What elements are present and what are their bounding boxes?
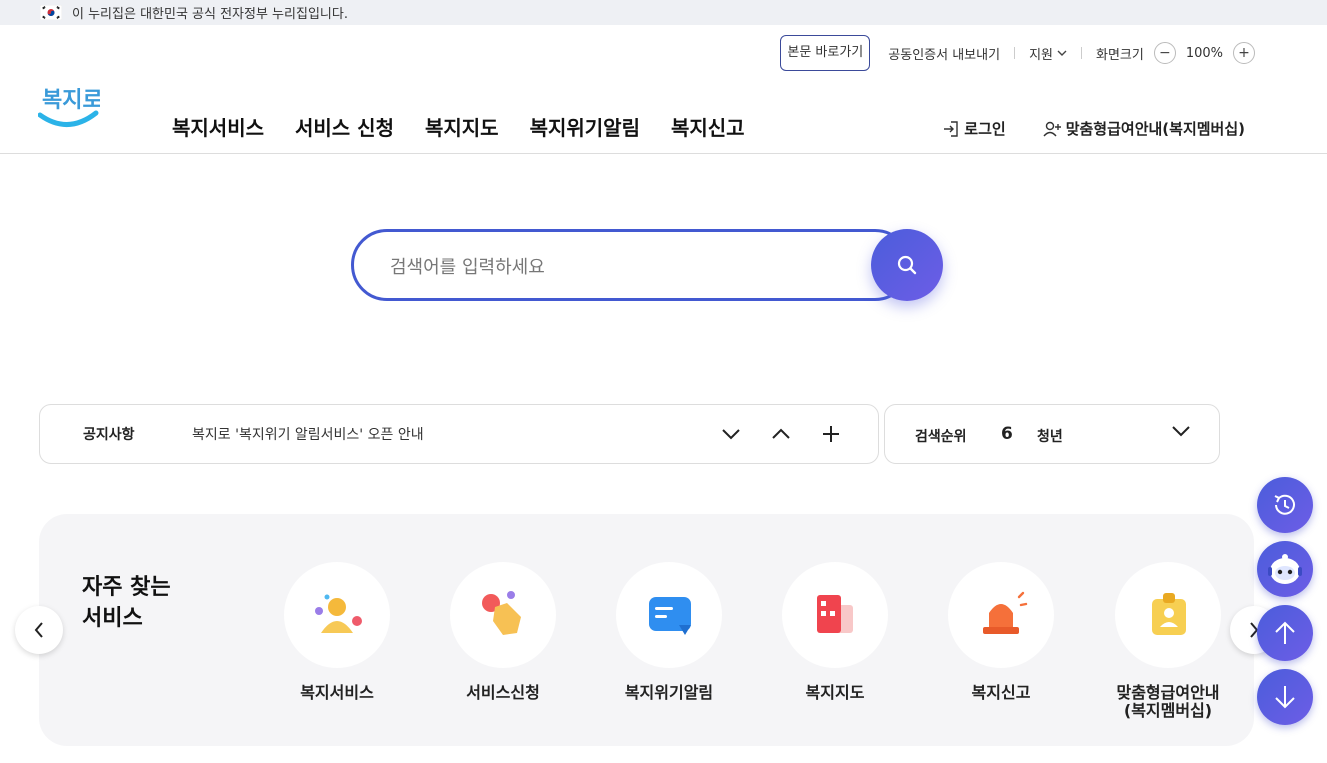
fav-item-membership[interactable]: 맞춤형급여안내 (복지멤버십)	[1103, 562, 1233, 720]
utility-bar: 본문 바로가기 공동인증서 내보내기 지원 화면크기 − 100% +	[780, 35, 1255, 71]
fav-icon-circle	[450, 562, 556, 668]
search-input[interactable]	[390, 252, 850, 282]
favorites-title-line2: 서비스	[82, 606, 143, 631]
bokjiro-logo-icon: 복지로	[37, 88, 103, 127]
map-building-icon	[817, 595, 853, 633]
notice-text[interactable]: 복지로 '복지위기 알림서비스' 오픈 안내	[192, 424, 424, 444]
nav-item-crisis-alert[interactable]: 복지위기알림	[530, 112, 640, 141]
site-header: 본문 바로가기 공동인증서 내보내기 지원 화면크기 − 100% + 복지로 …	[0, 25, 1327, 154]
ranking-label: 검색순위	[915, 429, 967, 445]
fav-label-line1: 맞춤형급여안내	[1116, 683, 1220, 702]
user-links: 로그인 맞춤형급여안내(복지멤버십)	[942, 118, 1245, 139]
fav-item-welfare-report[interactable]: 복지신고	[936, 562, 1066, 702]
fav-label: 복지서비스	[300, 683, 374, 702]
notice-next-button[interactable]	[719, 422, 743, 446]
divider	[1014, 47, 1016, 59]
nav-item-service-apply[interactable]: 서비스 신청	[295, 112, 394, 141]
arrow-up-icon	[1275, 621, 1295, 644]
cert-export-link[interactable]: 공동인증서 내보내기	[888, 44, 1000, 63]
scroll-bottom-button[interactable]	[1257, 669, 1313, 725]
gov-banner-text: 이 누리집은 대한민국 공식 전자정부 누리집입니다.	[72, 7, 348, 22]
notice-prev-button[interactable]	[769, 422, 793, 446]
chevron-left-icon	[34, 622, 43, 638]
fav-icon-circle	[948, 562, 1054, 668]
favorite-services-panel: 자주 찾는 서비스 복지서비스 서비스신청 복지위기알림 복지지도 복지신고 맞…	[39, 514, 1254, 746]
chatbot-robot-icon	[1268, 554, 1302, 584]
people-icon	[315, 594, 362, 633]
nav-item-welfare-report[interactable]: 복지신고	[671, 112, 745, 141]
favorites-title-line1: 자주 찾는	[82, 575, 171, 600]
zoom-label: 화면크기	[1095, 47, 1144, 63]
ranking-number: 6	[1001, 424, 1013, 444]
login-label: 로그인	[964, 120, 1006, 138]
search-area	[351, 229, 943, 301]
divider	[1080, 47, 1082, 59]
arrow-down-icon	[1275, 686, 1295, 709]
plus-icon	[823, 426, 839, 442]
search-ranking: 검색순위 6 청년	[884, 404, 1220, 464]
scroll-top-button[interactable]	[1257, 605, 1313, 661]
notice-label: 공지사항	[83, 427, 135, 443]
fav-icon-circle	[1115, 562, 1221, 668]
zoom-out-button[interactable]: −	[1153, 42, 1176, 64]
membership-link[interactable]: 맞춤형급여안내(복지멤버십)	[1042, 118, 1245, 139]
gov-banner: 이 누리집은 대한민국 공식 전자정부 누리집입니다.	[0, 0, 1327, 25]
fav-item-welfare-map[interactable]: 복지지도	[770, 562, 900, 702]
login-link[interactable]: 로그인	[942, 118, 1006, 139]
id-badge-icon	[1152, 593, 1186, 635]
fav-item-service-apply[interactable]: 서비스신청	[438, 562, 568, 702]
favorites-title: 자주 찾는 서비스	[82, 572, 171, 634]
search-button[interactable]	[871, 229, 943, 301]
notice-more-button[interactable]	[819, 422, 843, 446]
membership-label: 맞춤형급여안내(복지멤버십)	[1065, 120, 1245, 138]
search-box	[351, 229, 911, 301]
chevron-down-icon	[1172, 426, 1190, 437]
korea-flag-icon	[40, 5, 62, 20]
ranking-keyword[interactable]: 청년	[1037, 426, 1063, 446]
fav-label: 서비스신청	[466, 683, 540, 702]
fav-item-welfare-service[interactable]: 복지서비스	[272, 562, 402, 702]
fav-label-line2: (복지멤버십)	[1123, 701, 1213, 720]
user-add-icon	[1043, 121, 1061, 136]
support-label: 지원	[1029, 47, 1053, 63]
nav-item-welfare-map[interactable]: 복지지도	[425, 112, 499, 141]
fav-label: 맞춤형급여안내 (복지멤버십)	[1103, 684, 1233, 720]
fav-label: 복지신고	[971, 683, 1031, 702]
nav-item-welfare-service[interactable]: 복지서비스	[172, 112, 264, 141]
chatbot-button[interactable]	[1257, 541, 1313, 597]
hand-pointer-icon	[482, 591, 521, 635]
zoom-value: 100%	[1185, 45, 1223, 61]
fav-label: 복지위기알림	[624, 683, 714, 702]
login-icon	[944, 120, 958, 137]
history-icon	[1274, 494, 1295, 515]
ranking-expand-button[interactable]	[1171, 422, 1191, 441]
recent-history-button[interactable]	[1257, 477, 1313, 533]
fav-icon-circle	[616, 562, 722, 668]
notice-bar: 공지사항 복지로 '복지위기 알림서비스' 오픈 안내	[39, 404, 879, 464]
chevron-down-icon	[722, 429, 740, 440]
fav-icon-circle	[284, 562, 390, 668]
fav-label: 복지지도	[805, 683, 865, 702]
fav-icon-circle	[782, 562, 888, 668]
fav-item-crisis-alert[interactable]: 복지위기알림	[604, 562, 734, 702]
search-icon	[897, 255, 917, 275]
skip-to-content-button[interactable]: 본문 바로가기	[780, 35, 871, 71]
support-dropdown[interactable]: 지원	[1029, 44, 1067, 63]
carousel-prev-button[interactable]	[15, 606, 63, 654]
chevron-down-icon	[1057, 50, 1067, 56]
logo-text: 복지로	[42, 88, 100, 113]
siren-icon	[983, 591, 1028, 634]
main-nav: 복지서비스 서비스 신청 복지지도 복지위기알림 복지신고	[172, 112, 745, 141]
message-icon	[649, 597, 691, 635]
zoom-in-button[interactable]: +	[1233, 42, 1255, 64]
chevron-up-icon	[772, 428, 790, 439]
site-logo[interactable]: 복지로	[37, 73, 103, 135]
